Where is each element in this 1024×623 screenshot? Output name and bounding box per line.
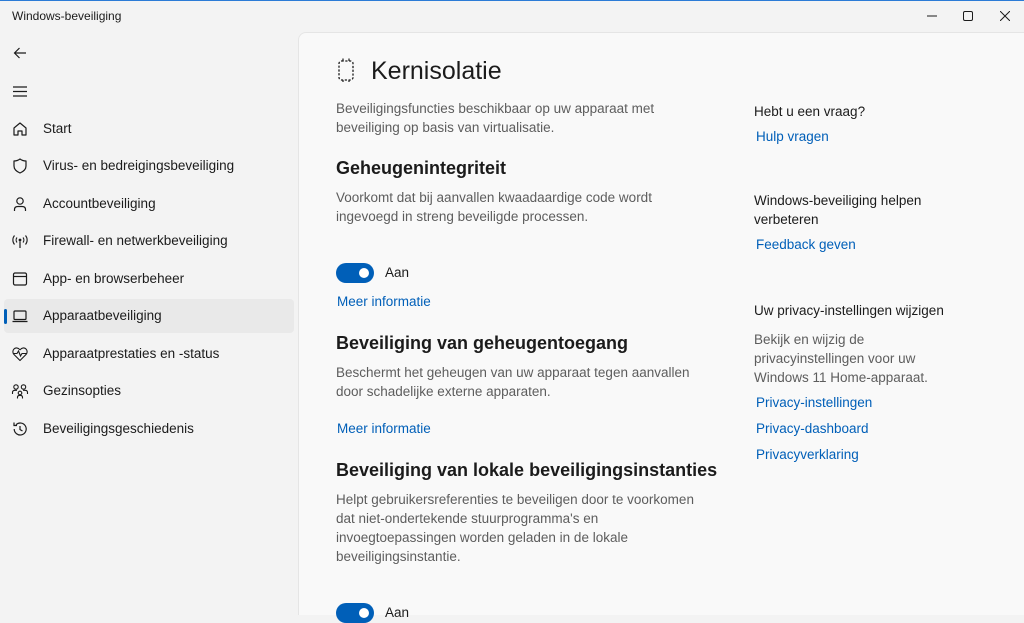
toggle-label: Aan	[385, 605, 410, 620]
privacy-settings-link[interactable]: Privacy-instellingen	[756, 395, 872, 410]
minimize-button[interactable]	[914, 1, 950, 31]
sidebar-item-label: Accountbeveiliging	[43, 196, 156, 211]
menu-button[interactable]	[8, 79, 32, 103]
content-panel: Kernisolatie Beveiligingsfuncties beschi…	[298, 32, 1024, 623]
close-button[interactable]	[987, 1, 1023, 31]
section-heading: Beveiliging van lokale beveiligingsinsta…	[336, 460, 718, 480]
sidebar-item-performance[interactable]: Apparaatprestaties en -status	[4, 337, 294, 371]
browser-window-icon	[12, 272, 28, 286]
sidebar-item-device-security[interactable]: Apparaatbeveiliging	[4, 299, 294, 333]
active-indicator	[4, 309, 7, 324]
title-bar: Windows-beveiliging	[0, 0, 1024, 32]
toggle-label: Aan	[385, 265, 410, 280]
section-heading: Beveiliging van geheugentoegang	[336, 333, 629, 353]
feedback-link[interactable]: Feedback geven	[756, 237, 856, 252]
sidebar: Start Virus- en bedreigingsbeveiliging A…	[0, 32, 298, 615]
sidebar-item-start[interactable]: Start	[4, 112, 294, 146]
more-info-link[interactable]: Meer informatie	[337, 421, 431, 436]
home-icon	[13, 122, 27, 136]
core-isolation-icon	[338, 58, 354, 82]
sidebar-item-label: App- en browserbeheer	[43, 271, 185, 286]
sidebar-item-label: Beveiligingsgeschiedenis	[43, 421, 194, 436]
sidebar-item-label: Start	[43, 121, 72, 136]
hamburger-icon	[13, 85, 27, 97]
toggle-knob	[359, 608, 369, 618]
page-title: Kernisolatie	[371, 57, 502, 85]
sidebar-item-account[interactable]: Accountbeveiliging	[4, 187, 294, 221]
section-description: Beschermt het geheugen van uw apparaat t…	[336, 365, 690, 399]
maximize-icon	[963, 11, 973, 21]
minimize-icon	[927, 15, 937, 17]
sidebar-item-family[interactable]: Gezinsopties	[4, 374, 294, 408]
sidebar-item-label: Apparaatbeveiliging	[43, 308, 162, 323]
sidebar-item-virus[interactable]: Virus- en bedreigingsbeveiliging	[4, 149, 294, 183]
get-help-link[interactable]: Hulp vragen	[756, 129, 829, 144]
family-icon	[11, 384, 29, 399]
privacy-text: Bekijk en wijzig de privacyinstellingen …	[754, 332, 928, 385]
sidebar-item-history[interactable]: Beveiligingsgeschiedenis	[4, 412, 294, 446]
section-heading: Geheugenintegriteit	[336, 158, 507, 178]
lsa-protection-toggle[interactable]	[336, 603, 374, 623]
maximize-button[interactable]	[950, 1, 986, 31]
more-info-link[interactable]: Meer informatie	[337, 294, 431, 309]
back-arrow-icon	[13, 47, 26, 59]
sidebar-item-label: Apparaatprestaties en -status	[43, 346, 220, 361]
intro-text: Beveiligingsfuncties beschikbaar op uw a…	[336, 101, 655, 135]
feedback-heading: Windows-beveiliging helpen verbeteren	[754, 193, 922, 227]
privacy-statement-link[interactable]: Privacyverklaring	[756, 447, 859, 462]
laptop-icon	[12, 310, 28, 323]
section-description: Voorkomt dat bij aanvallen kwaadaardige …	[336, 190, 652, 224]
antenna-icon	[12, 235, 28, 248]
sidebar-item-app-browser[interactable]: App- en browserbeheer	[4, 262, 294, 296]
shield-icon	[13, 158, 27, 174]
privacy-heading: Uw privacy-instellingen wijzigen	[754, 303, 944, 318]
toggle-knob	[359, 268, 369, 278]
privacy-dashboard-link[interactable]: Privacy-dashboard	[756, 421, 869, 436]
sidebar-item-firewall[interactable]: Firewall- en netwerkbeveiliging	[4, 224, 294, 258]
close-icon	[1000, 11, 1010, 21]
heart-pulse-icon	[12, 347, 28, 362]
sidebar-item-label: Virus- en bedreigingsbeveiliging	[43, 158, 235, 173]
back-button[interactable]	[8, 41, 32, 65]
app-title: Windows-beveiliging	[12, 9, 122, 23]
memory-integrity-toggle[interactable]	[336, 263, 374, 283]
sidebar-item-label: Firewall- en netwerkbeveiliging	[43, 233, 228, 248]
section-description: Helpt gebruikersreferenties te beveilige…	[336, 492, 694, 564]
history-icon	[13, 422, 27, 436]
sidebar-item-label: Gezinsopties	[43, 383, 122, 398]
person-icon	[13, 197, 27, 211]
help-heading: Hebt u een vraag?	[754, 104, 866, 119]
